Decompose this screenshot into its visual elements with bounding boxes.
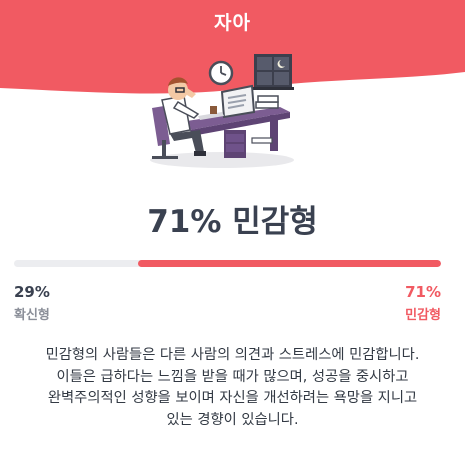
person-at-desk-illustration — [140, 52, 300, 178]
result-progress-fill — [137, 260, 441, 267]
result-type: 민감형 — [232, 204, 318, 240]
night-window-icon — [252, 54, 294, 90]
page-title: 자아 — [214, 12, 251, 34]
description-line: 완벽주의적인 성향을 보이며 자신을 개선하려는 욕망을 지니고 — [47, 390, 418, 406]
description-line: 있는 경향이 있습니다. — [166, 411, 299, 428]
wall-clock-icon — [208, 60, 234, 86]
description-line: 민감형의 사람들은 다른 사람의 의견과 스트레스에 민감합니다. — [45, 347, 420, 363]
result-progress-bar — [14, 260, 441, 267]
result-description: 민감형의 사람들은 다른 사람의 의견과 스트레스에 민감합니다. 이들은 급하… — [0, 345, 465, 431]
description-line: 이들은 급하다는 느낌을 받을 때가 많으며, 성공을 중시하고 — [56, 368, 409, 385]
left-label: 확신형 — [14, 308, 50, 323]
right-label: 민감형 — [405, 308, 441, 323]
result-heading: 71% 민감형 — [0, 196, 465, 241]
result-percent: 71% — [147, 204, 222, 240]
right-percent: 71% — [405, 283, 441, 301]
left-percent: 29% — [14, 283, 50, 301]
